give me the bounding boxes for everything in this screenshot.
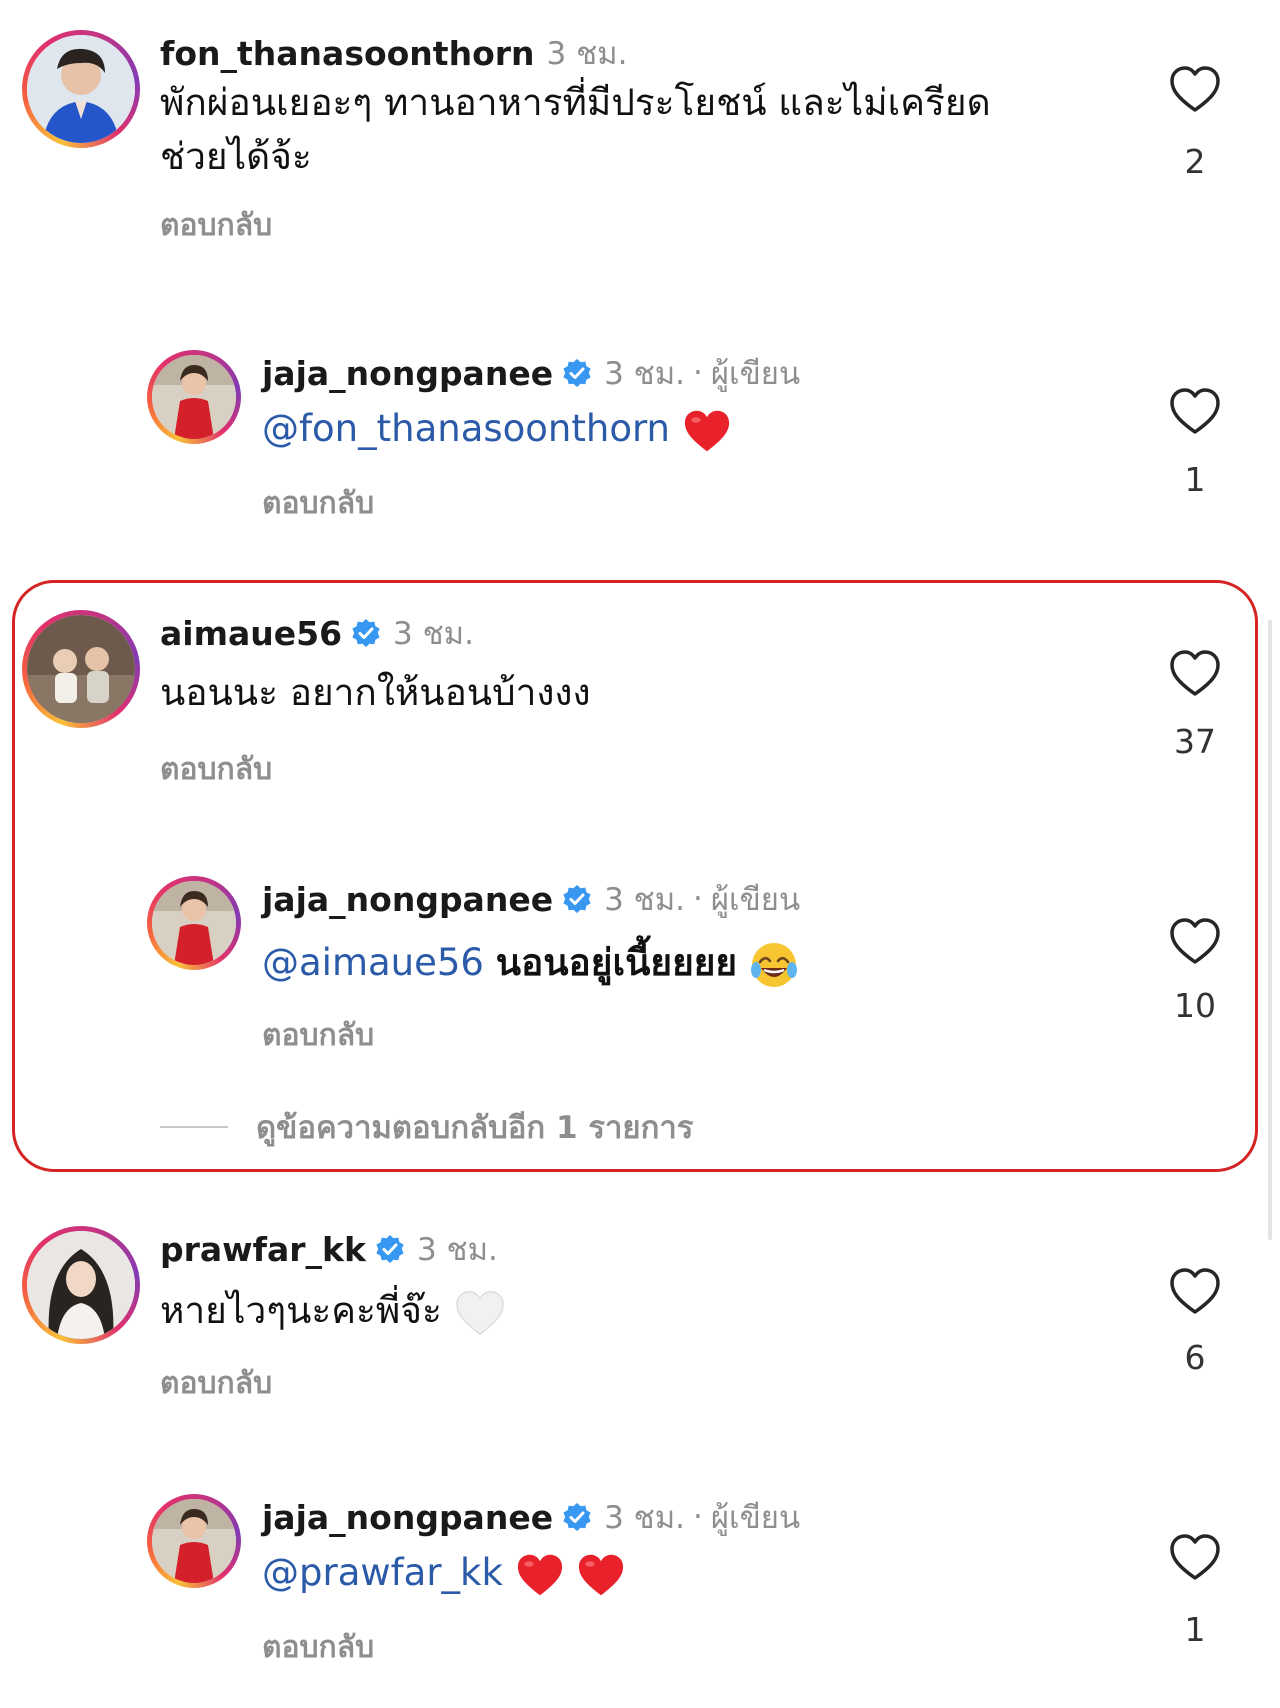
avatar[interactable] — [22, 1226, 140, 1344]
verified-badge-icon — [563, 359, 591, 387]
comment-text: พักผ่อนเยอะๆ ทานอาหารที่มีประโยชน์ และไม… — [160, 81, 991, 178]
heart-icon[interactable] — [1168, 1266, 1222, 1316]
username[interactable]: fon_thanasoonthorn — [160, 34, 535, 73]
reply-button[interactable]: ตอบกลับ — [160, 1360, 272, 1407]
verified-badge-icon — [563, 1503, 591, 1531]
comment-body: หายไวๆนะคะพี่จ๊ะ — [160, 1289, 442, 1332]
verified-badge-icon — [563, 885, 591, 913]
reply-button[interactable]: ตอบกลับ — [160, 202, 272, 249]
mention-link[interactable]: @aimaue56 — [262, 941, 484, 984]
separator-dot: · — [693, 881, 703, 917]
username[interactable]: jaja_nongpanee — [262, 354, 553, 393]
comment-header: aimaue56 3 ชม. — [160, 610, 474, 656]
comment-text: นอนนะ อยากให้นอนบ้างงง — [160, 671, 591, 714]
comment-text: หายไวๆนะคะพี่จ๊ะ — [160, 1284, 1060, 1338]
like-count: 1 — [1184, 1610, 1206, 1649]
like-count: 37 — [1174, 722, 1216, 761]
timestamp: 3 ชม. — [393, 616, 474, 652]
reply-button[interactable]: ตอบกลับ — [160, 746, 272, 793]
author-label: ผู้เขียน — [710, 1500, 801, 1536]
author-label: ผู้เขียน — [710, 356, 801, 392]
avatar[interactable] — [147, 876, 241, 970]
laughing-emoji — [750, 942, 797, 987]
reply-button[interactable]: ตอบกลับ — [262, 480, 374, 527]
timestamp: 3 ชม. — [416, 1232, 498, 1268]
separator-dot: · — [693, 1499, 703, 1535]
comment-header: fon_thanasoonthorn 3 ชม. — [160, 30, 627, 76]
reply-header: jaja_nongpanee 3 ชม. · ผู้เขียน — [262, 876, 800, 922]
heart-icon[interactable] — [1168, 916, 1222, 966]
red-heart-emoji — [684, 410, 729, 451]
white-heart-emoji — [455, 1290, 504, 1335]
reply-header: jaja_nongpanee 3 ชม. · ผู้เขียน — [262, 350, 800, 396]
reply-text: @prawfar_kk — [262, 1546, 1062, 1600]
timestamp: 3 ชม. — [546, 36, 628, 72]
mention-link[interactable]: @fon_thanasoonthorn — [262, 407, 670, 450]
heart-icon[interactable] — [1168, 64, 1222, 114]
reply-header: jaja_nongpanee 3 ชม. · ผู้เขียน — [262, 1494, 800, 1540]
like-count: 2 — [1184, 142, 1206, 181]
like-count: 10 — [1174, 986, 1216, 1025]
timestamp: 3 ชม. — [604, 882, 685, 918]
reply-button[interactable]: ตอบกลับ — [262, 1012, 374, 1059]
reply-button[interactable]: ตอบกลับ — [262, 1624, 374, 1671]
username[interactable]: jaja_nongpanee — [262, 1498, 553, 1537]
divider — [160, 1126, 228, 1128]
scrollbar[interactable] — [1268, 620, 1272, 1240]
verified-badge-icon — [376, 1235, 404, 1263]
red-heart-emoji — [517, 1554, 562, 1595]
author-label: ผู้เขียน — [710, 882, 801, 918]
avatar[interactable] — [147, 1494, 241, 1588]
avatar[interactable] — [22, 610, 140, 728]
view-more-replies-label[interactable]: ดูข้อความตอบกลับอีก 1 รายการ — [256, 1102, 693, 1152]
username[interactable]: prawfar_kk — [160, 1230, 366, 1269]
like-count: 6 — [1184, 1338, 1206, 1377]
timestamp: 3 ชม. — [604, 1500, 685, 1536]
heart-icon[interactable] — [1168, 648, 1222, 698]
avatar[interactable] — [22, 30, 140, 148]
username[interactable]: aimaue56 — [160, 614, 342, 653]
like-count: 1 — [1184, 460, 1206, 499]
heart-icon[interactable] — [1168, 386, 1222, 436]
mention-link[interactable]: @prawfar_kk — [262, 1551, 503, 1594]
reply-text: @aimaue56 นอนอยู่เนี้ยยยย — [262, 936, 1062, 990]
view-more-replies[interactable]: ดูข้อความตอบกลับอีก 1 รายการ — [160, 1102, 693, 1152]
avatar[interactable] — [147, 350, 241, 444]
comment-header: prawfar_kk 3 ชม. — [160, 1226, 498, 1272]
timestamp: 3 ชม. — [604, 356, 685, 392]
username[interactable]: jaja_nongpanee — [262, 880, 553, 919]
heart-icon[interactable] — [1168, 1532, 1222, 1582]
reply-text: @fon_thanasoonthorn — [262, 402, 1062, 456]
verified-badge-icon — [352, 619, 380, 647]
separator-dot: · — [693, 355, 703, 391]
red-heart-emoji — [579, 1554, 624, 1595]
reply-body: นอนอยู่เนี้ยยยย — [495, 941, 738, 984]
